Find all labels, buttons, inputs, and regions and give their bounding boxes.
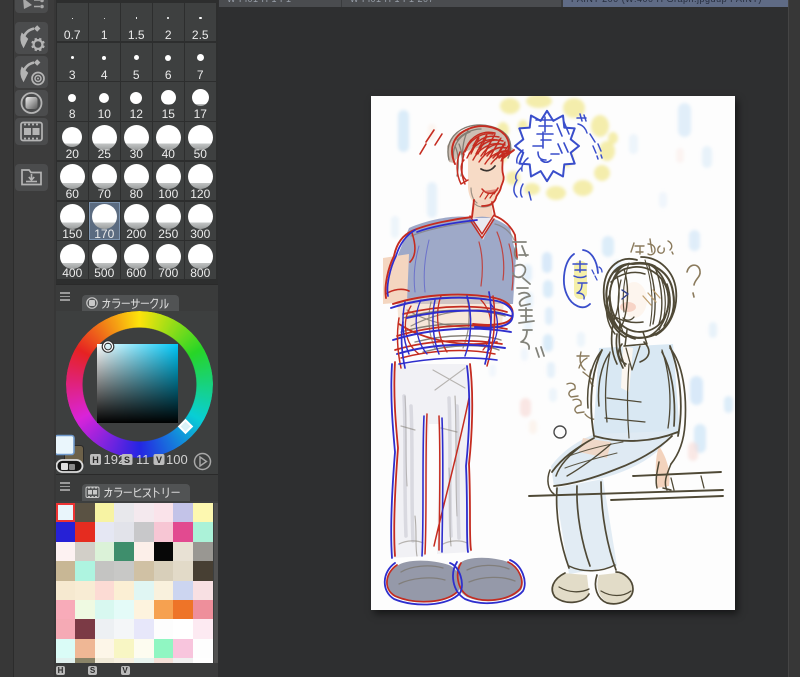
svg-text:V: V <box>156 455 162 465</box>
svg-text:11: 11 <box>136 452 150 467</box>
svg-text:S: S <box>124 455 130 465</box>
svg-text:100: 100 <box>166 452 188 467</box>
svg-text:H: H <box>92 455 99 465</box>
